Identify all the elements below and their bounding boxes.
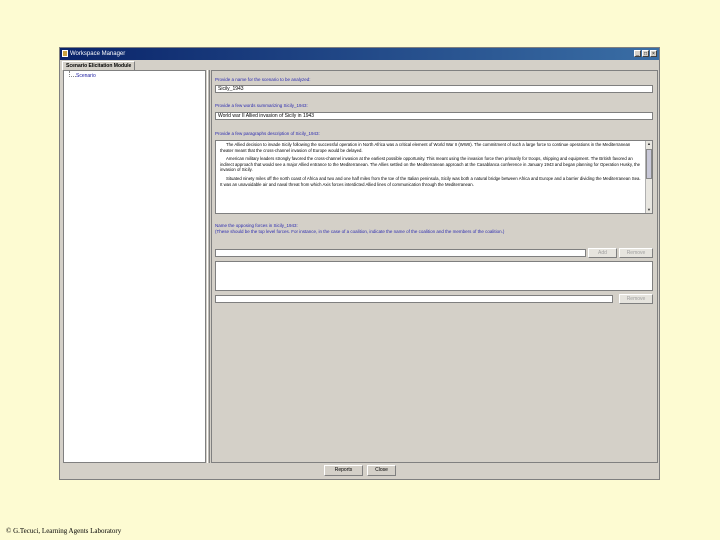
reports-button[interactable]: Reports <box>324 465 363 476</box>
maximize-button[interactable]: □ <box>642 50 649 57</box>
add-force-button[interactable]: Add <box>588 248 617 258</box>
tree-connector <box>69 71 76 77</box>
scroll-up-icon[interactable]: ▲ <box>646 141 652 147</box>
scenario-form-panel: Provide a name for the scenario to be an… <box>211 70 658 463</box>
secondary-input[interactable] <box>215 295 613 303</box>
app-icon <box>62 50 68 57</box>
description-scrollbar[interactable]: ▲ ▼ <box>645 141 652 213</box>
name-prompt: Provide a name for the scenario to be an… <box>215 77 311 82</box>
tree-item-scenario[interactable]: Scenario <box>76 73 96 79</box>
minimize-button[interactable]: _ <box>634 50 641 57</box>
tab-scenario-elicitation[interactable]: Scenario Elicitation Module <box>62 61 136 70</box>
force-name-input[interactable] <box>215 249 586 257</box>
paragraph-prompt: Provide a few paragraphs description of … <box>215 131 320 136</box>
scenario-name-field[interactable]: Sicily_1943 <box>215 85 653 93</box>
split-pane-divider[interactable] <box>207 70 210 463</box>
forces-list[interactable] <box>215 261 653 291</box>
forces-prompt-hint: (These should be the top level forces. F… <box>215 229 505 234</box>
window-title: Workspace Manager <box>70 51 126 57</box>
description-paragraph: Situated ninety miles off the north coas… <box>220 175 641 187</box>
words-prompt: Provide a few words summarizing Sicily_1… <box>215 103 308 108</box>
scroll-down-icon[interactable]: ▼ <box>646 207 652 213</box>
close-window-button[interactable]: × <box>650 50 657 57</box>
remove-secondary-button[interactable]: Remove <box>619 294 653 304</box>
scenario-tree-panel: Scenario <box>63 70 206 463</box>
scroll-thumb[interactable] <box>646 149 652 179</box>
window-titlebar[interactable]: Workspace Manager _ □ × <box>60 48 659 60</box>
workspace-manager-window: Workspace Manager _ □ × Scenario Elicita… <box>59 47 660 480</box>
remove-force-button[interactable]: Remove <box>619 248 653 258</box>
copyright-notice: © G.Tecuci, Learning Agents Laboratory <box>6 527 122 535</box>
forces-prompt: Name the opposing forces in Sicily_1943: <box>215 223 298 228</box>
footer-bar: Reports Close <box>60 464 659 479</box>
description-paragraph: The Allied decision to invade Sicily fol… <box>220 142 631 153</box>
summary-words-field[interactable]: World war II Allied invasion of Sicily i… <box>215 112 653 120</box>
close-button[interactable]: Close <box>367 465 396 476</box>
description-paragraph: American military leaders strongly favor… <box>220 156 641 173</box>
description-textarea[interactable]: The Allied decision to invade Sicily fol… <box>215 140 653 214</box>
